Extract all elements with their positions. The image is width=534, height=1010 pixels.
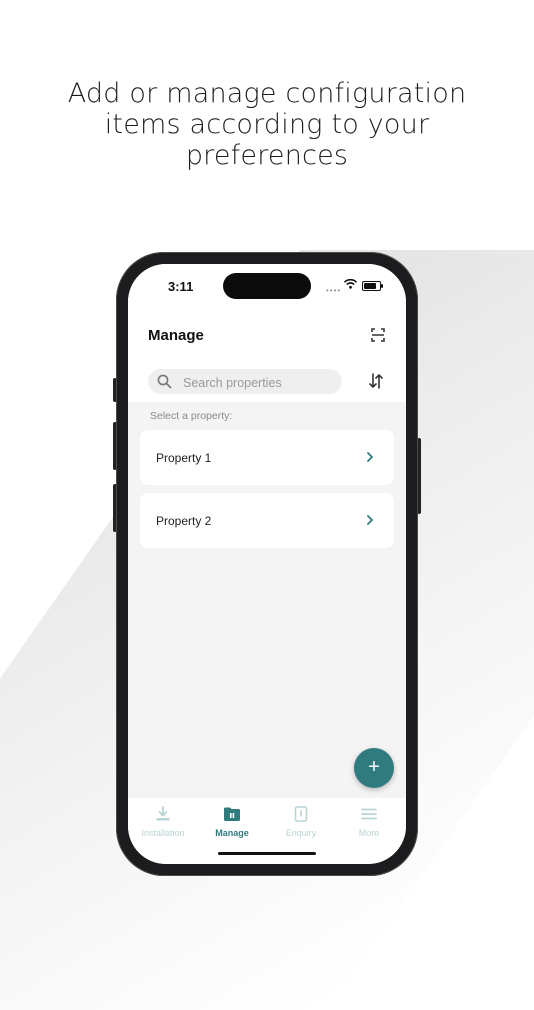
search-bar[interactable] [148,369,342,396]
page-title: Manage [148,327,204,344]
tab-enquiry[interactable]: Enquiry [270,806,332,838]
property-name: Property 2 [156,514,212,528]
dynamic-island [223,273,311,299]
sort-arrows-icon[interactable] [369,373,383,389]
menu-icon [361,808,377,820]
chevron-right-icon [367,452,373,462]
headline-line-1: Add or manage configuration [67,78,467,109]
status-bar: 3:11 •••• [128,264,406,308]
document-icon [294,806,308,822]
tab-label: Installation [141,828,185,838]
chevron-right-icon [367,515,373,525]
tab-label: More [358,828,380,838]
property-card[interactable]: Property 2 [140,493,394,548]
property-name: Property 1 [156,451,212,465]
signal-icon: •••• [326,286,342,295]
select-property-label: Select a property: [150,410,233,422]
tab-label: Manage [215,828,249,838]
headline: Add or manage configuration items accord… [0,78,534,171]
tab-label: Enquiry [285,828,317,838]
phone-frame: 3:11 •••• Manage Search properties Selec… [116,252,418,876]
add-property-button[interactable]: + [354,748,394,788]
tab-more[interactable]: More [338,806,400,838]
tab-manage[interactable]: Manage [201,806,263,838]
home-indicator [218,852,316,855]
phone-screen: 3:11 •••• Manage Search properties Selec… [128,264,406,864]
headline-line-2: items according to your [104,109,430,140]
manage-header: Manage [128,308,406,402]
battery-icon [362,281,383,291]
search-icon [157,374,172,389]
plus-icon: + [368,756,380,778]
headline-line-3: preferences [185,140,349,171]
scan-frame-icon[interactable] [371,328,385,342]
wifi-icon [344,279,357,289]
folder-icon [224,807,240,821]
tab-installation[interactable]: Installation [132,806,194,838]
search-input[interactable] [181,369,335,396]
download-icon [156,806,170,821]
status-time: 3:11 [168,279,194,294]
property-card[interactable]: Property 1 [140,430,394,485]
